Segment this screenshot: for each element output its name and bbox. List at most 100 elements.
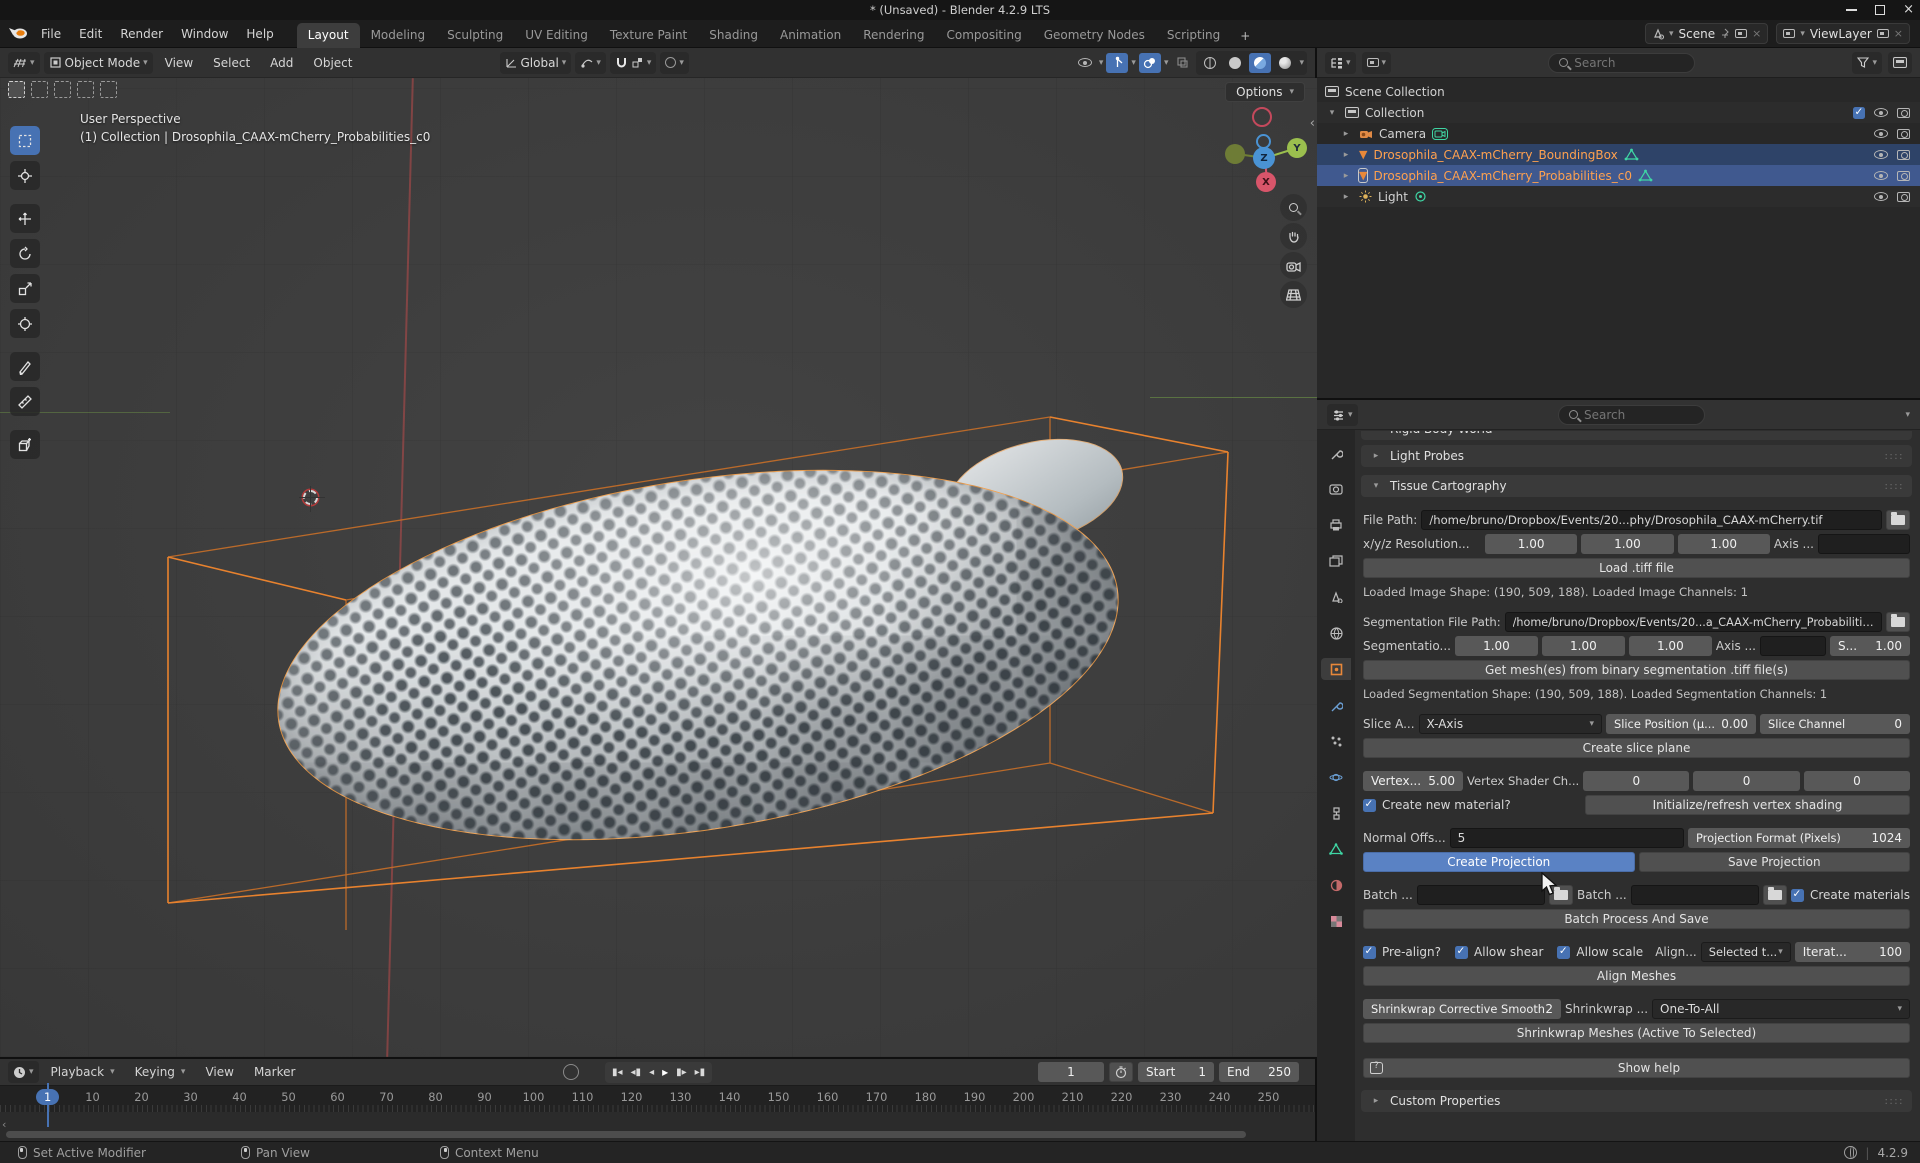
frame-end-field[interactable]: End250 (1219, 1062, 1299, 1082)
tab-rendering[interactable]: Rendering (852, 23, 935, 48)
outliner-row-boundingbox[interactable]: ▸ ▼ Drosophila_CAAX-mCherry_BoundingBox (1317, 144, 1920, 165)
panel-rigid-body-clipped[interactable]: ▸Rigid Body World (1361, 431, 1912, 440)
shading-material-preview-button[interactable] (1249, 53, 1271, 73)
shrinkwrap-smooth-field[interactable]: Shrinkwrap Corrective Smooth2 (1363, 999, 1561, 1019)
slice-position-field[interactable]: Slice Position (μ...0.00 (1606, 714, 1756, 734)
tab-world[interactable] (1321, 622, 1351, 644)
play-button[interactable]: ▸ (659, 1065, 671, 1079)
tab-modeling[interactable]: Modeling (360, 23, 437, 48)
outliner-row-camera[interactable]: ▸ Camera (1317, 123, 1920, 144)
batch1-input[interactable] (1417, 885, 1545, 905)
file-browse-button[interactable] (1886, 510, 1910, 530)
new-scene-icon[interactable] (1735, 29, 1747, 38)
batch-process-button[interactable]: Batch Process And Save (1363, 909, 1910, 929)
segmentation-browse-button[interactable] (1886, 612, 1910, 632)
show-help-button[interactable]: Show help (1363, 1058, 1910, 1078)
current-frame-field[interactable]: 1 (1038, 1062, 1104, 1082)
expand-icon[interactable]: ▸ (1339, 129, 1353, 139)
hide-in-viewport-icon[interactable] (1874, 171, 1888, 180)
remove-viewlayer-icon[interactable]: × (1894, 27, 1903, 40)
shrinkwrap-dropdown[interactable]: One-To-All▾ (1652, 999, 1910, 1019)
menu-keying[interactable]: Keying▾ (127, 1065, 194, 1079)
minimize-button[interactable] (1846, 9, 1857, 11)
align-meshes-button[interactable]: Align Meshes (1363, 966, 1910, 986)
menu-view[interactable]: View (197, 1065, 241, 1079)
menu-marker[interactable]: Marker (246, 1065, 303, 1079)
menu-add[interactable]: Add (262, 56, 301, 70)
vertex-field[interactable]: Vertex...5.00 (1363, 771, 1463, 791)
blender-logo-icon[interactable] (8, 25, 28, 43)
cursor-tool[interactable] (10, 161, 40, 190)
vertex-shader-b-field[interactable]: 0 (1804, 771, 1910, 791)
create-projection-button[interactable]: Create Projection (1363, 852, 1635, 872)
disable-in-renders-icon[interactable] (1897, 108, 1910, 118)
properties-editor-type-button[interactable]: ▾ (1327, 404, 1358, 426)
add-cube-tool[interactable] (10, 430, 40, 459)
batch2-browse-button[interactable] (1763, 885, 1787, 905)
menu-window[interactable]: Window (172, 27, 237, 41)
select-box-tool[interactable] (10, 126, 40, 155)
rotate-tool[interactable] (10, 239, 40, 268)
scrollbar-thumb[interactable] (6, 1131, 1246, 1138)
panel-tissue-cartography[interactable]: ▾ Tissue Cartography :::: (1361, 475, 1912, 497)
scene-selector[interactable]: ▾ Scene × (1645, 23, 1768, 44)
outliner-row-probabilities[interactable]: ▸ ▼ Drosophila_CAAX-mCherry_Probabilitie… (1317, 165, 1920, 186)
menu-select[interactable]: Select (205, 56, 258, 70)
tab-scripting[interactable]: Scripting (1156, 23, 1231, 48)
resolution-z-field[interactable]: 1.00 (1678, 534, 1770, 554)
batch2-input[interactable] (1631, 885, 1759, 905)
previous-keyframe-button[interactable]: ◂▮ (628, 1067, 645, 1078)
tab-render[interactable] (1321, 478, 1351, 500)
measure-tool[interactable] (10, 387, 40, 416)
seg-axis-input[interactable] (1760, 636, 1826, 656)
add-workspace-button[interactable]: + (1231, 24, 1259, 48)
create-material-checkbox[interactable]: Create new material? (1363, 798, 1581, 812)
outliner-filter-button[interactable]: ▾ (1852, 52, 1882, 74)
iterations-field[interactable]: Iterat...100 (1795, 942, 1910, 962)
shading-solid-button[interactable] (1224, 53, 1246, 73)
pivot-point-dropdown[interactable]: ▾ (575, 52, 606, 74)
outliner-search[interactable] (1548, 53, 1695, 73)
panel-light-probes[interactable]: ▸ Light Probes :::: (1361, 445, 1912, 467)
outliner-display-mode-button[interactable]: ▾ (1362, 52, 1392, 74)
snap-controls[interactable]: ▾ (610, 52, 657, 74)
shading-rendered-button[interactable] (1274, 53, 1296, 73)
init-vertex-shading-button[interactable]: Initialize/refresh vertex shading (1585, 795, 1910, 815)
collapse-icon[interactable]: ▾ (1325, 108, 1339, 118)
outliner-row-light[interactable]: ▸ Light (1317, 186, 1920, 207)
editor-type-button[interactable]: ▾ (8, 52, 40, 74)
outliner-editor-type-button[interactable]: ▾ (1325, 52, 1356, 74)
tab-view-layer[interactable] (1321, 550, 1351, 572)
menu-object[interactable]: Object (305, 56, 360, 70)
tab-object[interactable] (1321, 658, 1351, 680)
playhead-badge[interactable]: 1 (36, 1089, 59, 1105)
jump-to-start-button[interactable]: ▮◂ (609, 1067, 626, 1078)
chevron-down-icon[interactable]: ▾ (1905, 410, 1910, 420)
tab-sculpting[interactable]: Sculpting (436, 23, 514, 48)
hide-in-viewport-icon[interactable] (1874, 150, 1888, 159)
seg-scale-field[interactable]: S...1.00 (1830, 636, 1910, 656)
next-keyframe-button[interactable]: ▮▸ (673, 1067, 690, 1078)
maximize-button[interactable] (1875, 5, 1885, 15)
tab-data[interactable] (1321, 838, 1351, 860)
properties-search-input[interactable] (1584, 408, 1694, 422)
outliner-search-input[interactable] (1574, 56, 1684, 70)
transform-tool[interactable] (10, 309, 40, 338)
tab-layout[interactable]: Layout (297, 23, 360, 48)
tab-texture-paint[interactable]: Texture Paint (599, 23, 698, 48)
show-visibility-dropdown[interactable] (1074, 53, 1096, 73)
toggle-xray-button[interactable] (1171, 53, 1193, 73)
tab-compositing[interactable]: Compositing (935, 23, 1032, 48)
slice-axis-dropdown[interactable]: X-Axis▾ (1419, 714, 1602, 734)
outliner-row-collection[interactable]: ▾ Collection (1317, 102, 1920, 123)
proportional-editing-controls[interactable]: ▾ (660, 52, 689, 74)
prealign-checkbox[interactable]: Pre-align? (1363, 945, 1441, 959)
align-dropdown[interactable]: Selected t...▾ (1701, 942, 1791, 962)
vertex-shader-r-field[interactable]: 0 (1583, 771, 1689, 791)
shading-wireframe-button[interactable] (1199, 53, 1221, 73)
timeline-editor-type-button[interactable]: ▾ (8, 1061, 39, 1083)
menu-edit[interactable]: Edit (70, 27, 111, 41)
get-mesh-button[interactable]: Get mesh(es) from binary segmentation .t… (1363, 660, 1910, 680)
menu-playback[interactable]: Playback▾ (43, 1065, 123, 1079)
allow-scale-checkbox[interactable]: Allow scale (1557, 945, 1643, 959)
